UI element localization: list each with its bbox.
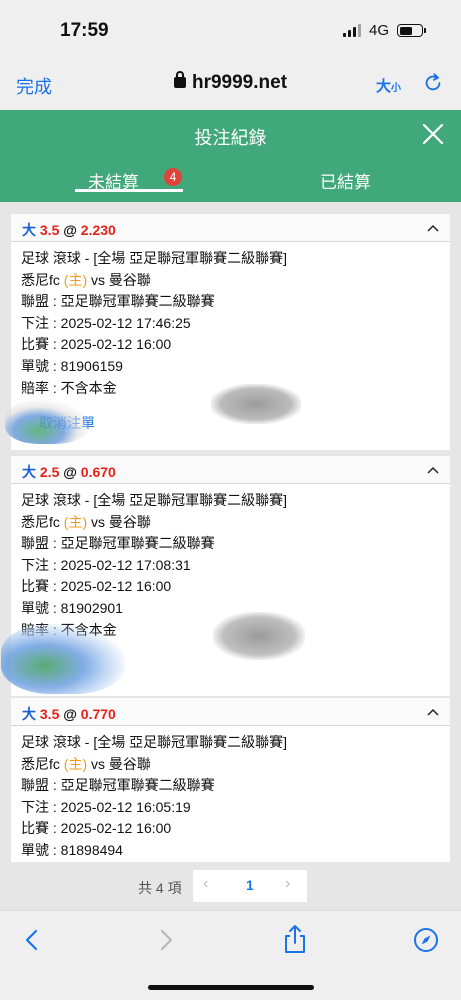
status-bar: 17:59 4G [0,0,461,58]
bet-time: 下注 : 2025-02-12 17:46:25 [21,314,191,331]
compass-icon[interactable] [413,927,439,953]
text-size-button[interactable]: 大小 [376,75,401,96]
ticket-number: 單號 : 81898494 [21,841,123,858]
home-tag: (主) [63,271,88,288]
active-tab-indicator [75,189,183,192]
total-count: 共 4 項 [138,880,182,896]
bet-at: @ [63,464,77,480]
forward-icon[interactable] [152,927,178,953]
bet-list[interactable]: 大 3.5 @ 2.230 足球 滾球 - [全場 亞足聯冠軍聯賽二級聯賽] 悉… [0,202,461,910]
signal-icon [342,24,361,37]
bet-card-header[interactable]: 大 2.5 @ 0.670 [11,456,450,484]
next-page-button[interactable]: › [285,875,290,893]
vs-label: vs [91,755,105,772]
unsettled-count-badge: 4 [164,168,182,186]
home-tag: (主) [63,755,88,772]
bet-card-body: 足球 滾球 - [全場 亞足聯冠軍聯賽二級聯賽] 悉尼fc (主) vs 曼谷聯… [11,726,450,868]
bet-line: 2.5 [39,464,60,480]
tab-bar: 未結算 4 已結算 [0,160,461,202]
sport-line: 足球 滾球 - [全場 亞足聯冠軍聯賽二級聯賽] [21,734,287,750]
league: 聯盟 : 亞足聯冠軍聯賽二級聯賽 [21,777,215,794]
text-size-small: 小 [391,83,402,94]
home-indicator [148,985,314,990]
chevron-up-icon[interactable] [426,463,440,477]
back-icon[interactable] [20,927,46,953]
network-type: 4G [368,22,389,39]
url-text: hr9999.net [191,72,288,93]
bet-at: @ [63,706,77,722]
lock-icon [173,71,186,88]
match-time: 比賽 : 2025-02-12 16:00 [21,820,172,837]
match-time: 比賽 : 2025-02-12 16:00 [21,578,172,595]
bet-type: 大 [22,706,36,722]
bet-summary: 大 3.5 @ 0.770 [22,704,116,724]
pager: ‹ 1 › [193,870,307,902]
league: 聯盟 : 亞足聯冠軍聯賽二級聯賽 [21,535,215,552]
bet-type: 大 [22,222,36,238]
match-time: 比賽 : 2025-02-12 16:00 [21,336,172,353]
home-tag: (主) [63,513,88,530]
current-page[interactable]: 1 [246,877,254,893]
status-time: 17:59 [60,20,109,41]
team-home: 悉尼fc [21,513,60,530]
battery-icon [397,24,426,37]
close-icon[interactable] [421,122,445,146]
tab-settled[interactable]: 已結算 [320,168,371,193]
bet-at: @ [63,222,77,238]
bet-type: 大 [22,464,36,480]
bet-line: 3.5 [39,706,60,722]
ticket-number: 單號 : 81906159 [21,357,123,374]
bet-summary: 大 2.5 @ 0.670 [22,462,116,482]
pagination: 共 4 項 ‹ 1 › [0,870,461,902]
teams: 悉尼fc (主) vs 曼谷聯 [21,754,440,776]
sport-line: 足球 滾球 - [全場 亞足聯冠軍聯賽二級聯賽] [21,492,287,508]
browser-bar: 完成 hr9999.net 大小 [0,58,461,110]
scribble-redaction [211,384,301,424]
scribble-redaction [1,624,125,694]
team-away: 曼谷聯 [108,513,151,530]
scribble-redaction [213,612,305,660]
team-away: 曼谷聯 [108,755,151,772]
vs-label: vs [91,513,105,530]
bet-odds: 0.670 [80,464,116,480]
bet-summary: 大 3.5 @ 2.230 [22,220,116,240]
teams: 悉尼fc (主) vs 曼谷聯 [21,512,440,534]
app-header: 投注紀錄 [0,110,461,160]
bet-card: 大 2.5 @ 0.670 足球 滾球 - [全場 亞足聯冠軍聯賽二級聯賽] 悉… [1,456,450,696]
teams: 悉尼fc (主) vs 曼谷聯 [21,270,440,292]
reload-icon[interactable] [422,72,444,94]
bet-odds: 0.770 [80,706,116,722]
text-size-big: 大 [376,78,392,95]
bet-card: 大 3.5 @ 2.230 足球 滾球 - [全場 亞足聯冠軍聯賽二級聯賽] 悉… [5,214,450,450]
bet-card-header[interactable]: 大 3.5 @ 2.230 [11,214,450,242]
sport-line: 足球 滾球 - [全場 亞足聯冠軍聯賽二級聯賽] [21,250,287,266]
page-title: 投注紀錄 [194,128,267,148]
team-away: 曼谷聯 [108,271,151,288]
bet-time: 下注 : 2025-02-12 17:08:31 [21,556,191,573]
scribble-redaction [5,400,89,444]
league: 聯盟 : 亞足聯冠軍聯賽二級聯賽 [21,293,215,310]
bet-card: 大 3.5 @ 0.770 足球 滾球 - [全場 亞足聯冠軍聯賽二級聯賽] 悉… [11,698,450,862]
team-home: 悉尼fc [21,755,60,772]
bet-odds: 2.230 [80,222,116,238]
share-icon[interactable] [282,924,308,954]
status-indicators: 4G [342,22,426,39]
chevron-up-icon[interactable] [426,705,440,719]
bet-line: 3.5 [39,222,60,238]
bet-card-header[interactable]: 大 3.5 @ 0.770 [11,698,450,726]
vs-label: vs [91,271,105,288]
team-home: 悉尼fc [21,271,60,288]
bet-time: 下注 : 2025-02-12 16:05:19 [21,798,191,815]
chevron-up-icon[interactable] [426,221,440,235]
prev-page-button[interactable]: ‹ [203,875,208,893]
